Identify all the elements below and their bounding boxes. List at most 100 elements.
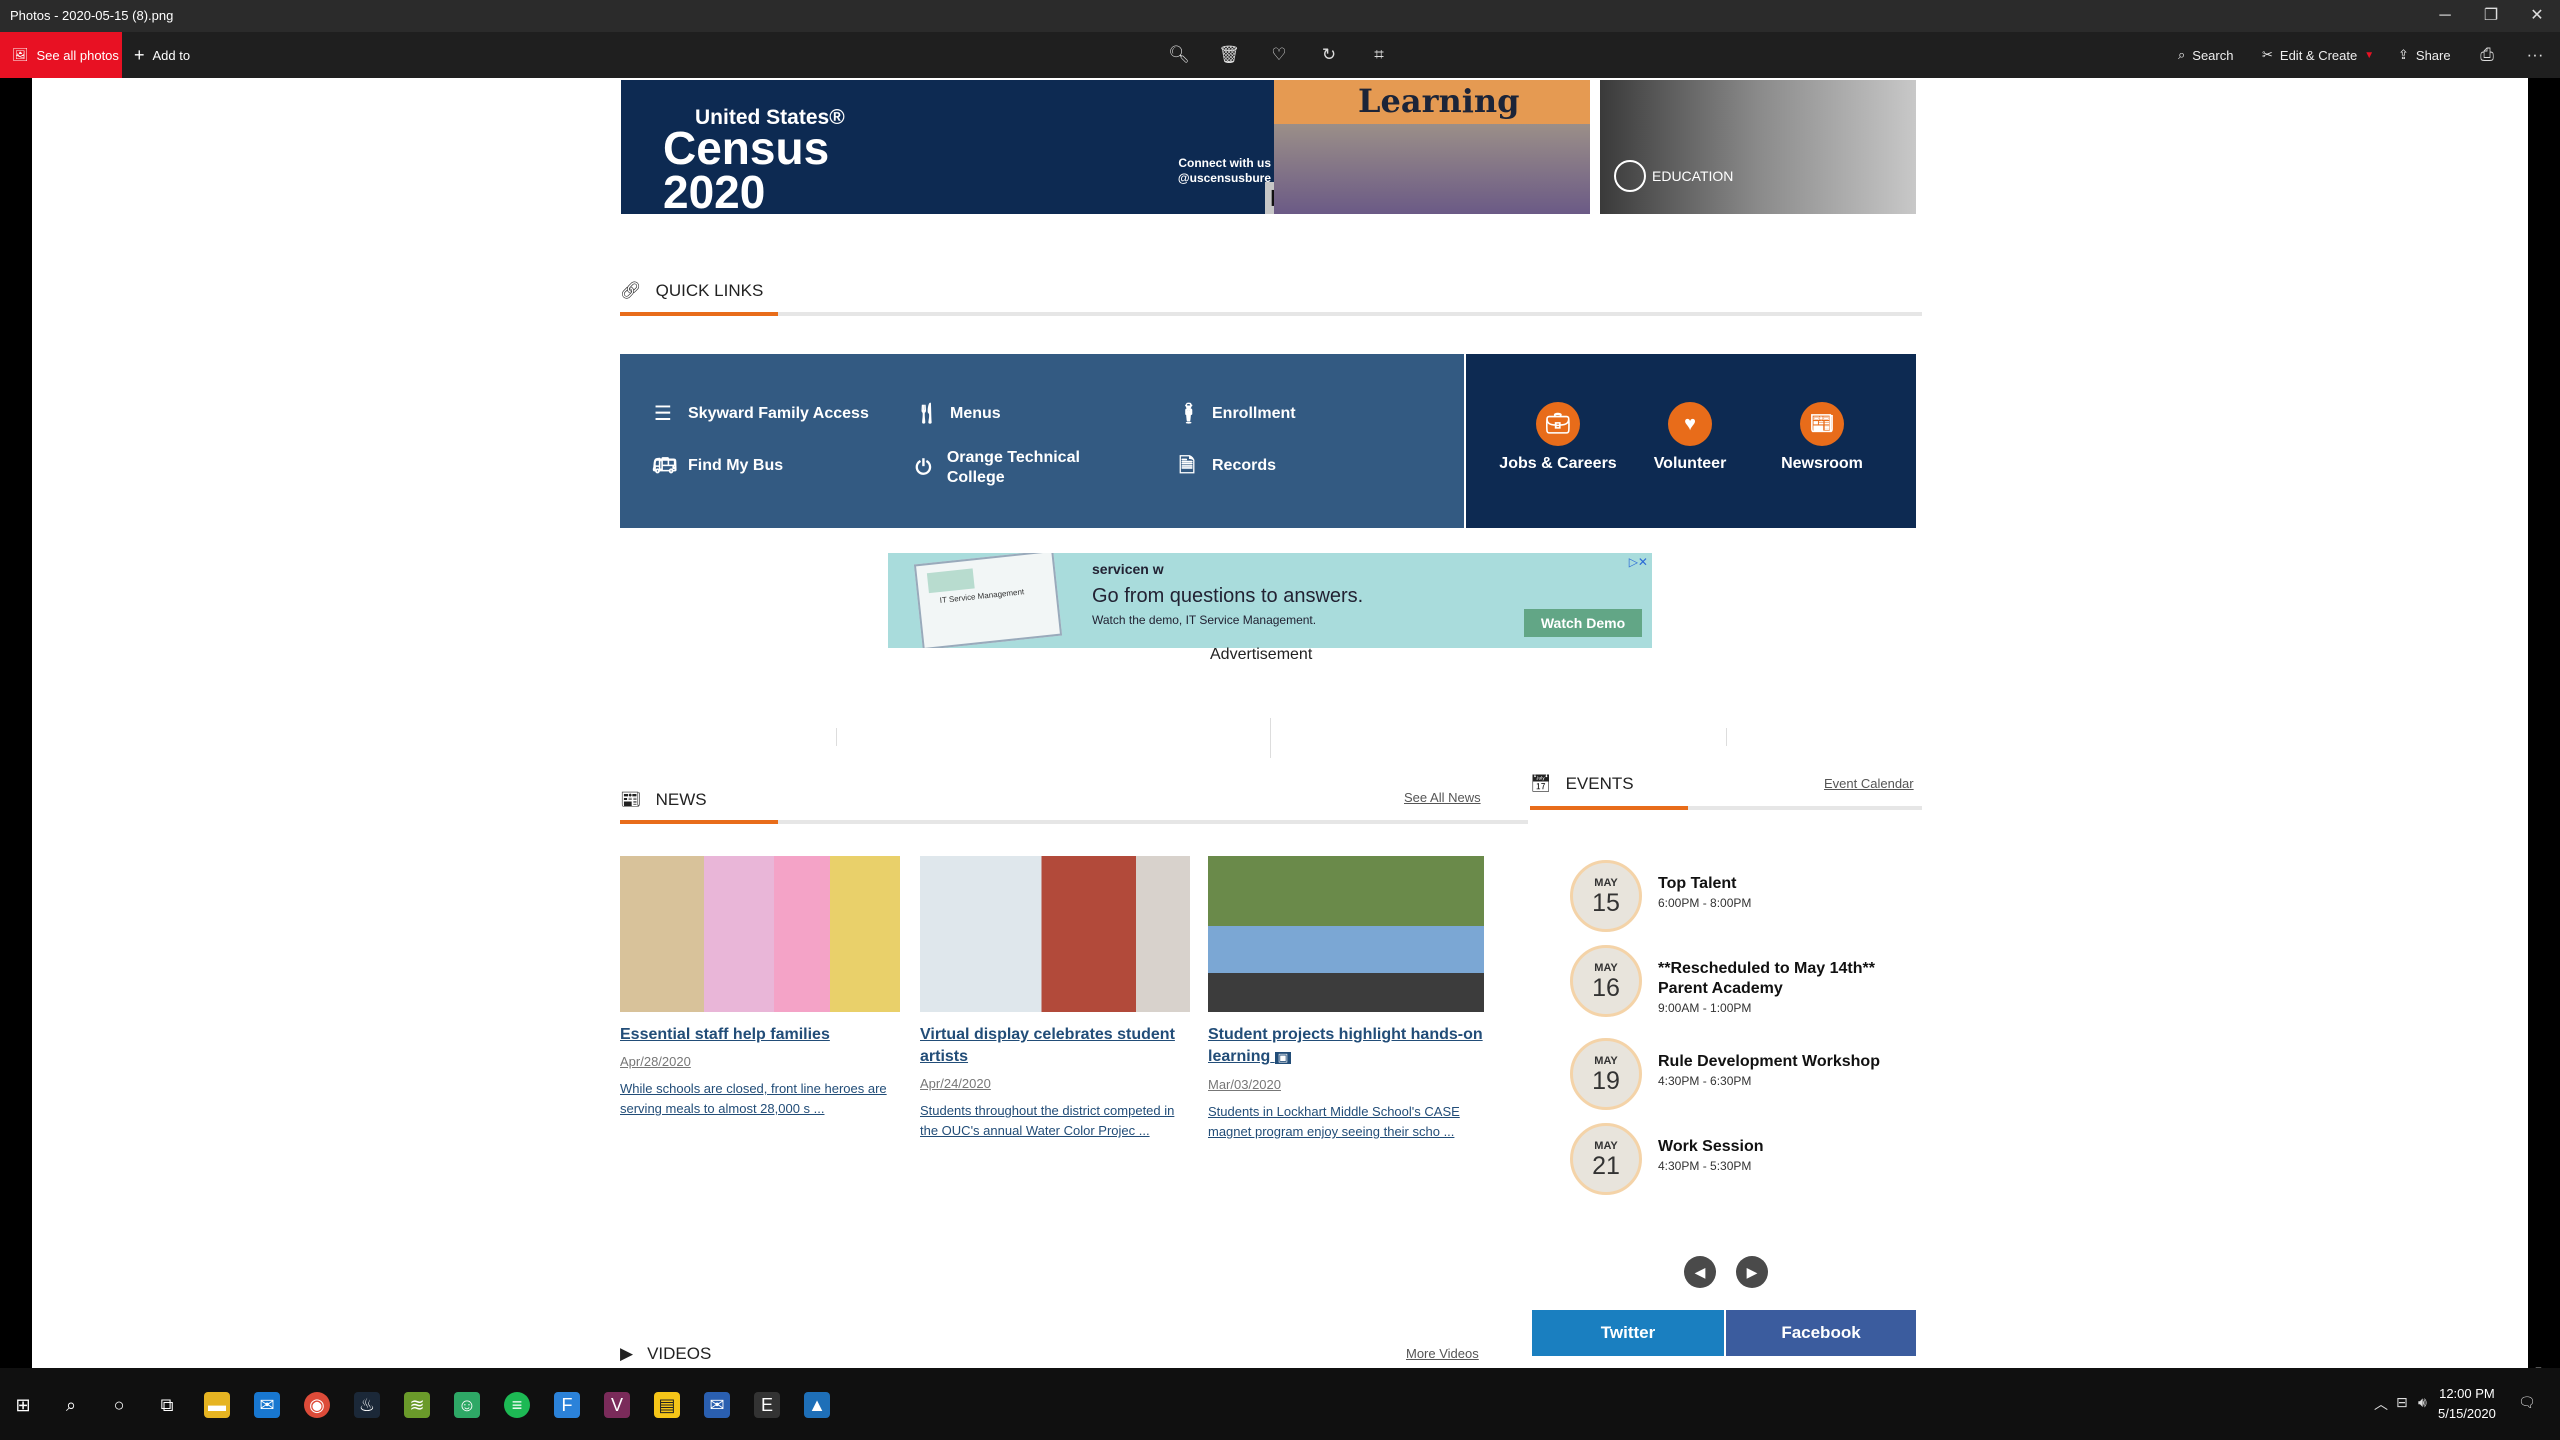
news-date[interactable]: Apr/24/2020 — [920, 1076, 1190, 1091]
featured-volunteer[interactable]: ♥ Volunteer — [1630, 402, 1750, 473]
epic-games-icon[interactable]: E — [754, 1392, 780, 1418]
news-title-link[interactable]: Essential staff help families — [620, 1024, 900, 1046]
person-icon: 🕴︎ — [1176, 403, 1202, 425]
maximize-button[interactable]: ❐ — [2468, 0, 2514, 32]
windows-start-icon[interactable]: ⊞ — [10, 1392, 36, 1418]
chat-app-icon[interactable]: ☺ — [454, 1392, 480, 1418]
news-summary[interactable]: Students in Lockhart Middle School's CAS… — [1208, 1102, 1484, 1142]
education-text: EDUCATION — [1652, 168, 1734, 184]
more-icon[interactable]: ··· — [2524, 44, 2546, 66]
see-all-photos-button[interactable]: 🖼 See all photos — [0, 32, 122, 78]
census-banner[interactable]: United States® Census 2020 Connect with … — [621, 80, 1297, 214]
steam-icon[interactable]: ♨ — [354, 1392, 380, 1418]
twitter-tab[interactable]: Twitter — [1532, 1310, 1724, 1356]
events-heading: 📅︎ EVENTS — [1530, 774, 1634, 794]
census-connect-text: Connect with us @uscensusbure — [1177, 156, 1271, 185]
event-item[interactable]: MAY 21 Work Session 4:30PM - 5:30PM — [1570, 1123, 1950, 1199]
system-clock[interactable]: 12:00 PM 5/15/2020 — [2438, 1384, 2496, 1424]
events-underline — [1530, 806, 1922, 810]
quick-link-orange-technical[interactable]: ⏻ Orange Technical College — [914, 448, 1114, 488]
event-day: 19 — [1592, 1067, 1620, 1095]
news-date[interactable]: Mar/03/2020 — [1208, 1077, 1484, 1092]
news-photo[interactable] — [920, 856, 1190, 1012]
search-icon[interactable]: ⌕ — [58, 1392, 84, 1418]
photos-app-icon[interactable]: ▲ — [804, 1392, 830, 1418]
file-explorer-icon[interactable]: ▬ — [204, 1392, 230, 1418]
spotify-icon[interactable]: ≡ — [504, 1392, 530, 1418]
chevron-up-icon[interactable]: ︿ — [2374, 1394, 2388, 1414]
share-button[interactable]: ⇪ Share — [2398, 32, 2451, 78]
event-calendar-link[interactable]: Event Calendar — [1824, 776, 1914, 791]
event-date-badge: MAY 19 — [1570, 1038, 1642, 1110]
delete-icon[interactable]: 🗑︎ — [1218, 44, 1240, 66]
cortana-icon[interactable]: ○ — [106, 1392, 132, 1418]
news-title-link[interactable]: Student projects highlight hands-on lear… — [1208, 1024, 1484, 1069]
quick-link-find-my-bus[interactable]: 🚌︎ Find My Bus — [652, 456, 783, 476]
news-summary[interactable]: While schools are closed, front line her… — [620, 1079, 900, 1119]
featured-jobs-careers[interactable]: 💼︎ Jobs & Careers — [1498, 402, 1618, 473]
news-summary[interactable]: Students throughout the district compete… — [920, 1101, 1190, 1141]
featured-newsroom[interactable]: 📰︎ Newsroom — [1762, 402, 1882, 473]
close-button[interactable]: ✕ — [2514, 0, 2560, 32]
video-editor-icon[interactable]: V — [604, 1392, 630, 1418]
quick-link-label: Find My Bus — [688, 457, 784, 474]
divider — [1726, 728, 1727, 746]
rotate-icon[interactable]: ↻ — [1318, 44, 1340, 66]
event-item[interactable]: MAY 16 **Rescheduled to May 14th** Parent… — [1570, 945, 1950, 1021]
learning-banner[interactable]: Learning — [1274, 80, 1590, 214]
event-title[interactable]: Work Session — [1658, 1137, 1764, 1157]
search-button[interactable]: ⌕ Search — [2178, 32, 2233, 78]
edit-create-button[interactable]: ✂ Edit & Create ▼ — [2262, 32, 2374, 78]
quick-link-menus[interactable]: 🍴︎ Menus — [914, 404, 1001, 424]
print-icon[interactable]: ⎙ — [2476, 44, 2498, 66]
quick-link-records[interactable]: 🗎 Records — [1176, 456, 1276, 476]
news-date[interactable]: Apr/28/2020 — [620, 1054, 900, 1069]
crop-icon[interactable]: ⌗ — [1368, 44, 1390, 66]
see-all-news-link[interactable]: See All News — [1404, 790, 1481, 805]
mail-icon[interactable]: ✉ — [254, 1392, 280, 1418]
volume-icon[interactable]: 🔊︎ — [2418, 1394, 2427, 1411]
add-to-button[interactable]: + Add to — [134, 32, 190, 78]
news-item[interactable]: Essential staff help families Apr/28/202… — [620, 856, 900, 1119]
facebook-tab[interactable]: Facebook — [1726, 1310, 1916, 1356]
chrome-icon[interactable]: ◉ — [304, 1392, 330, 1418]
divider — [1270, 718, 1271, 758]
plus-icon: + — [134, 44, 145, 65]
ad-choices-icon[interactable]: ▷✕ — [1629, 555, 1648, 569]
event-title[interactable]: **Rescheduled to May 14th** Parent Acade… — [1658, 959, 1898, 999]
minimize-button[interactable]: ─ — [2422, 0, 2468, 32]
events-prev-button[interactable]: ◀ — [1684, 1256, 1716, 1288]
news-photo[interactable] — [620, 856, 900, 1012]
task-view-icon[interactable]: ⧉ — [154, 1392, 180, 1418]
razer-icon[interactable]: ≋ — [404, 1392, 430, 1418]
education-banner[interactable]: EDUCATION — [1600, 80, 1916, 214]
advertisement-banner[interactable]: IT Service Management servicen w Go from… — [888, 553, 1652, 648]
event-title[interactable]: Rule Development Workshop — [1658, 1052, 1880, 1072]
news-title-link[interactable]: Virtual display celebrates student artis… — [920, 1024, 1190, 1068]
ad-watch-demo-button[interactable]: Watch Demo — [1524, 609, 1642, 637]
event-month: MAY — [1594, 962, 1618, 974]
event-title[interactable]: Top Talent — [1658, 874, 1737, 894]
notification-icon[interactable]: 🗨︎ — [2518, 1394, 2536, 1411]
news-title: NEWS — [655, 790, 707, 809]
more-videos-link[interactable]: More Videos — [1406, 1346, 1479, 1361]
quick-link-skyward[interactable]: ☰ Skyward Family Access — [652, 404, 869, 424]
news-photo[interactable] — [1208, 856, 1484, 1012]
quick-link-enrollment[interactable]: 🕴︎ Enrollment — [1176, 404, 1296, 424]
video-camera-icon: ▶︎ — [620, 1344, 634, 1363]
windows-taskbar: ⊞ ⌕ ○ ⧉ ▬ ✉ ◉ ♨ ≋ ☺ ≡ F V ▤ ✉ E ▲ ︿ ⊟ 🔊︎… — [0, 1368, 2560, 1440]
news-item[interactable]: Virtual display celebrates student artis… — [920, 856, 1190, 1141]
heart-icon[interactable]: ♡ — [1268, 44, 1290, 66]
events-next-button[interactable]: ▶ — [1736, 1256, 1768, 1288]
event-item[interactable]: MAY 15 Top Talent 6:00PM - 8:00PM — [1570, 860, 1950, 936]
zoom-icon[interactable]: 🔍︎ — [1168, 44, 1190, 66]
event-item[interactable]: MAY 19 Rule Development Workshop 4:30PM -… — [1570, 1038, 1950, 1114]
network-icon[interactable]: ⊟ — [2396, 1394, 2408, 1411]
videos-title: VIDEOS — [647, 1344, 712, 1363]
outlook-icon[interactable]: ✉ — [704, 1392, 730, 1418]
word-pad-icon[interactable]: F — [554, 1392, 580, 1418]
news-item[interactable]: Student projects highlight hands-on lear… — [1208, 856, 1484, 1142]
sticky-notes-icon[interactable]: ▤ — [654, 1392, 680, 1418]
briefcase-icon: 💼︎ — [1536, 402, 1580, 446]
news-heading: 📰︎ NEWS — [620, 790, 707, 810]
